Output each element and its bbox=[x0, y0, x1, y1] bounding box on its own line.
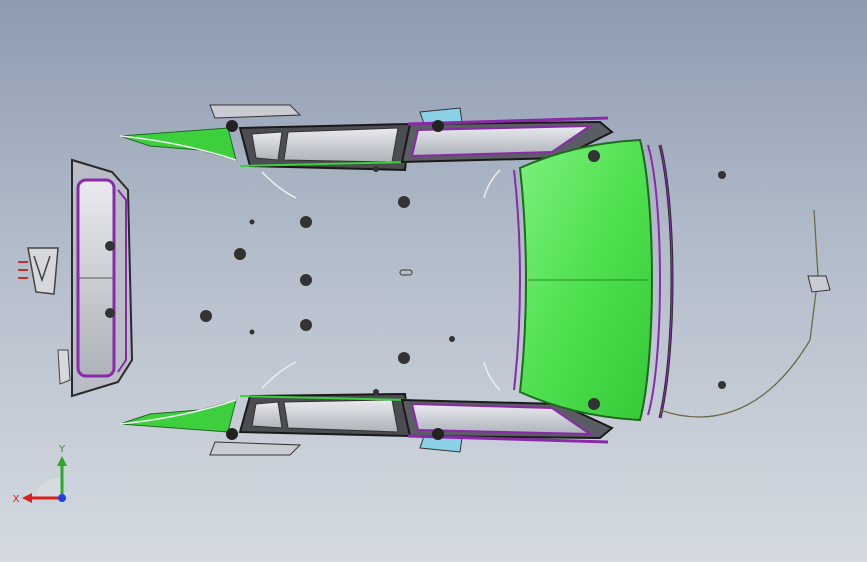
orientation-triad[interactable]: Y X bbox=[10, 440, 80, 510]
bottom-side-doors[interactable] bbox=[119, 392, 614, 456]
triad-plane bbox=[36, 477, 62, 498]
y-axis-label: Y bbox=[58, 444, 66, 455]
windshield[interactable] bbox=[513, 138, 661, 422]
cowl-strip bbox=[658, 144, 831, 419]
y-axis-head bbox=[57, 456, 67, 466]
x-axis-label: X bbox=[13, 494, 20, 505]
x-axis-head bbox=[22, 493, 32, 503]
rear-tailgate[interactable] bbox=[18, 158, 134, 398]
cad-viewport[interactable]: Y X bbox=[0, 0, 867, 562]
z-axis-dot bbox=[58, 494, 66, 502]
car-body-model[interactable] bbox=[0, 0, 867, 562]
